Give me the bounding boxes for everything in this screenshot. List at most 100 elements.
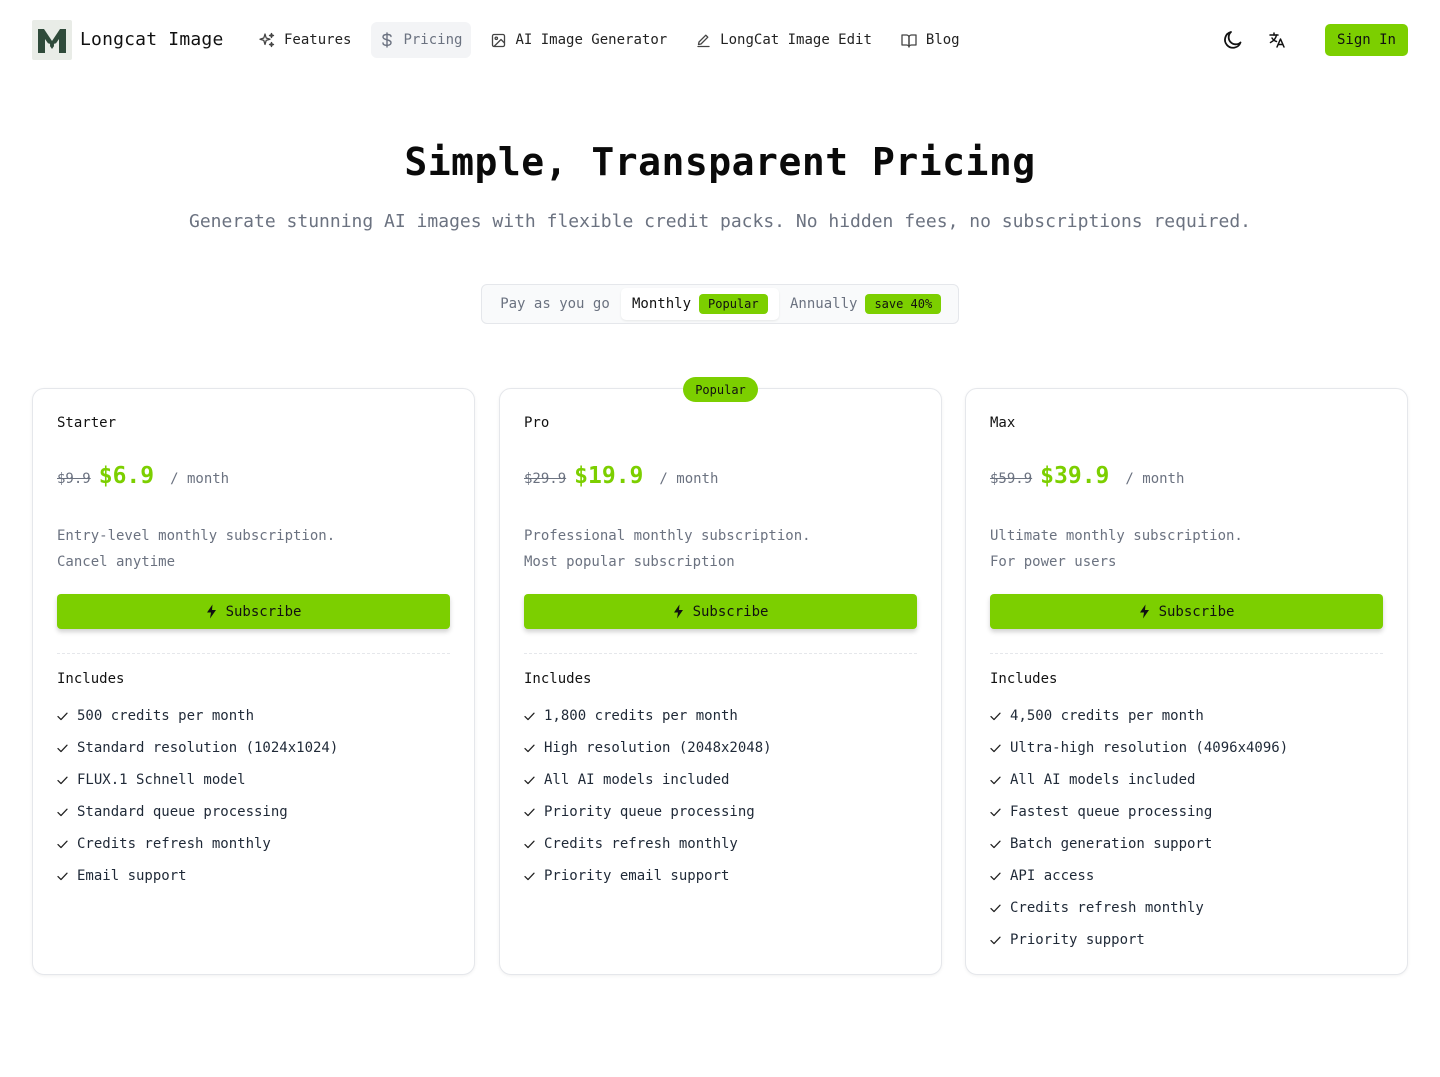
lightning-icon bbox=[206, 604, 216, 619]
current-price: $19.9 bbox=[574, 463, 644, 489]
price-row: $29.9 $19.9 / month bbox=[524, 463, 718, 499]
feature-text: Credits refresh monthly bbox=[77, 836, 271, 852]
plan-name: Max bbox=[990, 415, 1016, 431]
theme-toggle-button[interactable] bbox=[1217, 24, 1249, 56]
feature-item: Priority queue processing bbox=[524, 796, 772, 828]
check-icon bbox=[57, 808, 68, 816]
current-price: $6.9 bbox=[98, 463, 155, 489]
current-price: $39.9 bbox=[1040, 463, 1110, 489]
feature-item: Email support bbox=[57, 860, 338, 892]
feature-item: 4,500 credits per month bbox=[990, 700, 1288, 732]
feature-item: Credits refresh monthly bbox=[57, 828, 338, 860]
popular-badge: Popular bbox=[683, 377, 758, 402]
feature-item: Fastest queue processing bbox=[990, 796, 1288, 828]
check-icon bbox=[990, 904, 1001, 912]
feature-item: High resolution (2048x2048) bbox=[524, 732, 772, 764]
description-line: For power users bbox=[990, 554, 1117, 570]
feature-item: Ultra-high resolution (4096x4096) bbox=[990, 732, 1288, 764]
feature-text: All AI models included bbox=[1010, 772, 1196, 788]
nav-item-pricing[interactable]: Pricing bbox=[371, 22, 472, 58]
check-icon bbox=[57, 840, 68, 848]
plan-card-starter: Starter $9.9 $6.9 / month Entry-level mo… bbox=[32, 388, 475, 975]
feature-item: Credits refresh monthly bbox=[990, 892, 1288, 924]
brand-name[interactable]: Longcat Image bbox=[80, 29, 223, 50]
description-line: Cancel anytime bbox=[57, 554, 176, 570]
logo-icon[interactable] bbox=[32, 20, 72, 60]
nav-item-ai-image-generator[interactable]: AI Image Generator bbox=[482, 22, 676, 58]
feature-list: 1,800 credits per month High resolution (… bbox=[524, 700, 772, 892]
feature-text: 500 credits per month bbox=[77, 708, 255, 724]
translate-icon bbox=[1269, 32, 1285, 48]
feature-item: All AI models included bbox=[990, 764, 1288, 796]
lightning-icon bbox=[1139, 604, 1149, 619]
book-open-icon bbox=[901, 33, 917, 48]
subscribe-button[interactable]: Subscribe bbox=[990, 594, 1383, 629]
top-nav-bar: Longcat Image Features Pricing AI Image bbox=[0, 0, 1440, 80]
nav-item-label: Blog bbox=[925, 32, 960, 48]
tab-pay-as-you-go[interactable]: Pay as you go bbox=[488, 288, 622, 320]
check-icon bbox=[524, 744, 535, 752]
check-icon bbox=[524, 712, 535, 720]
language-button[interactable] bbox=[1261, 24, 1293, 56]
check-icon bbox=[524, 872, 535, 880]
feature-text: Credits refresh monthly bbox=[544, 836, 738, 852]
feature-text: Credits refresh monthly bbox=[1010, 900, 1204, 916]
feature-text: Email support bbox=[77, 868, 187, 884]
feature-text: All AI models included bbox=[544, 772, 730, 788]
tab-label: Annually bbox=[790, 296, 858, 312]
subscribe-button[interactable]: Subscribe bbox=[57, 594, 450, 629]
check-icon bbox=[524, 808, 535, 816]
tab-monthly[interactable]: Monthly Popular bbox=[621, 288, 779, 320]
plan-name: Starter bbox=[57, 415, 117, 431]
savings-badge: save 40% bbox=[865, 294, 942, 314]
billing-period: / month bbox=[1125, 471, 1185, 487]
price-row: $9.9 $6.9 / month bbox=[57, 463, 229, 499]
subscribe-button[interactable]: Subscribe bbox=[524, 594, 917, 629]
plan-card-pro: Popular Pro $29.9 $19.9 / month Professi… bbox=[499, 377, 942, 975]
includes-heading: Includes bbox=[990, 671, 1058, 687]
check-icon bbox=[990, 936, 1001, 944]
button-label: Subscribe bbox=[1158, 603, 1235, 620]
button-label: Subscribe bbox=[225, 603, 302, 620]
sign-in-button[interactable]: Sign In bbox=[1325, 24, 1408, 56]
feature-item: Priority support bbox=[990, 924, 1288, 956]
check-icon bbox=[990, 744, 1001, 752]
feature-item: Standard queue processing bbox=[57, 796, 338, 828]
plan-card-max: Max $59.9 $39.9 / month Ultimate monthly… bbox=[965, 388, 1408, 975]
page-subtitle: Generate stunning AI images with flexibl… bbox=[188, 211, 1252, 232]
feature-text: Batch generation support bbox=[1010, 836, 1213, 852]
nav-item-blog[interactable]: Blog bbox=[892, 22, 969, 58]
feature-text: Priority queue processing bbox=[544, 804, 755, 820]
nav-item-label: AI Image Generator bbox=[515, 32, 668, 48]
billing-period-tabs: Pay as you go Monthly Popular Annually s… bbox=[481, 284, 959, 324]
includes-heading: Includes bbox=[57, 671, 125, 687]
billing-period: / month bbox=[659, 471, 719, 487]
description-line: Ultimate monthly subscription. bbox=[990, 528, 1243, 544]
nav-item-label: LongCat Image Edit bbox=[720, 32, 872, 48]
feature-text: Standard queue processing bbox=[77, 804, 288, 820]
feature-item: API access bbox=[990, 860, 1288, 892]
feature-list: 4,500 credits per month Ultra-high resolu… bbox=[990, 700, 1288, 956]
feature-text: Priority support bbox=[1010, 932, 1145, 948]
feature-text: High resolution (2048x2048) bbox=[544, 740, 772, 756]
tab-label: Pay as you go bbox=[500, 296, 610, 312]
check-icon bbox=[990, 872, 1001, 880]
feature-text: 1,800 credits per month bbox=[544, 708, 738, 724]
feature-text: FLUX.1 Schnell model bbox=[77, 772, 246, 788]
feature-item: FLUX.1 Schnell model bbox=[57, 764, 338, 796]
image-icon bbox=[492, 33, 506, 47]
dollar-icon bbox=[382, 32, 393, 48]
plan-name: Pro bbox=[524, 415, 550, 431]
check-icon bbox=[524, 776, 535, 784]
nav-item-features[interactable]: Features bbox=[250, 22, 360, 58]
tab-annually[interactable]: Annually save 40% bbox=[780, 288, 952, 320]
check-icon bbox=[990, 776, 1001, 784]
divider bbox=[524, 653, 917, 654]
feature-text: 4,500 credits per month bbox=[1010, 708, 1204, 724]
check-icon bbox=[57, 776, 68, 784]
feature-item: Standard resolution (1024x1024) bbox=[57, 732, 338, 764]
nav-item-label: Pricing bbox=[403, 32, 463, 48]
moon-icon bbox=[1224, 31, 1242, 49]
button-label: Subscribe bbox=[692, 603, 769, 620]
nav-item-longcat-image-edit[interactable]: LongCat Image Edit bbox=[687, 22, 881, 58]
